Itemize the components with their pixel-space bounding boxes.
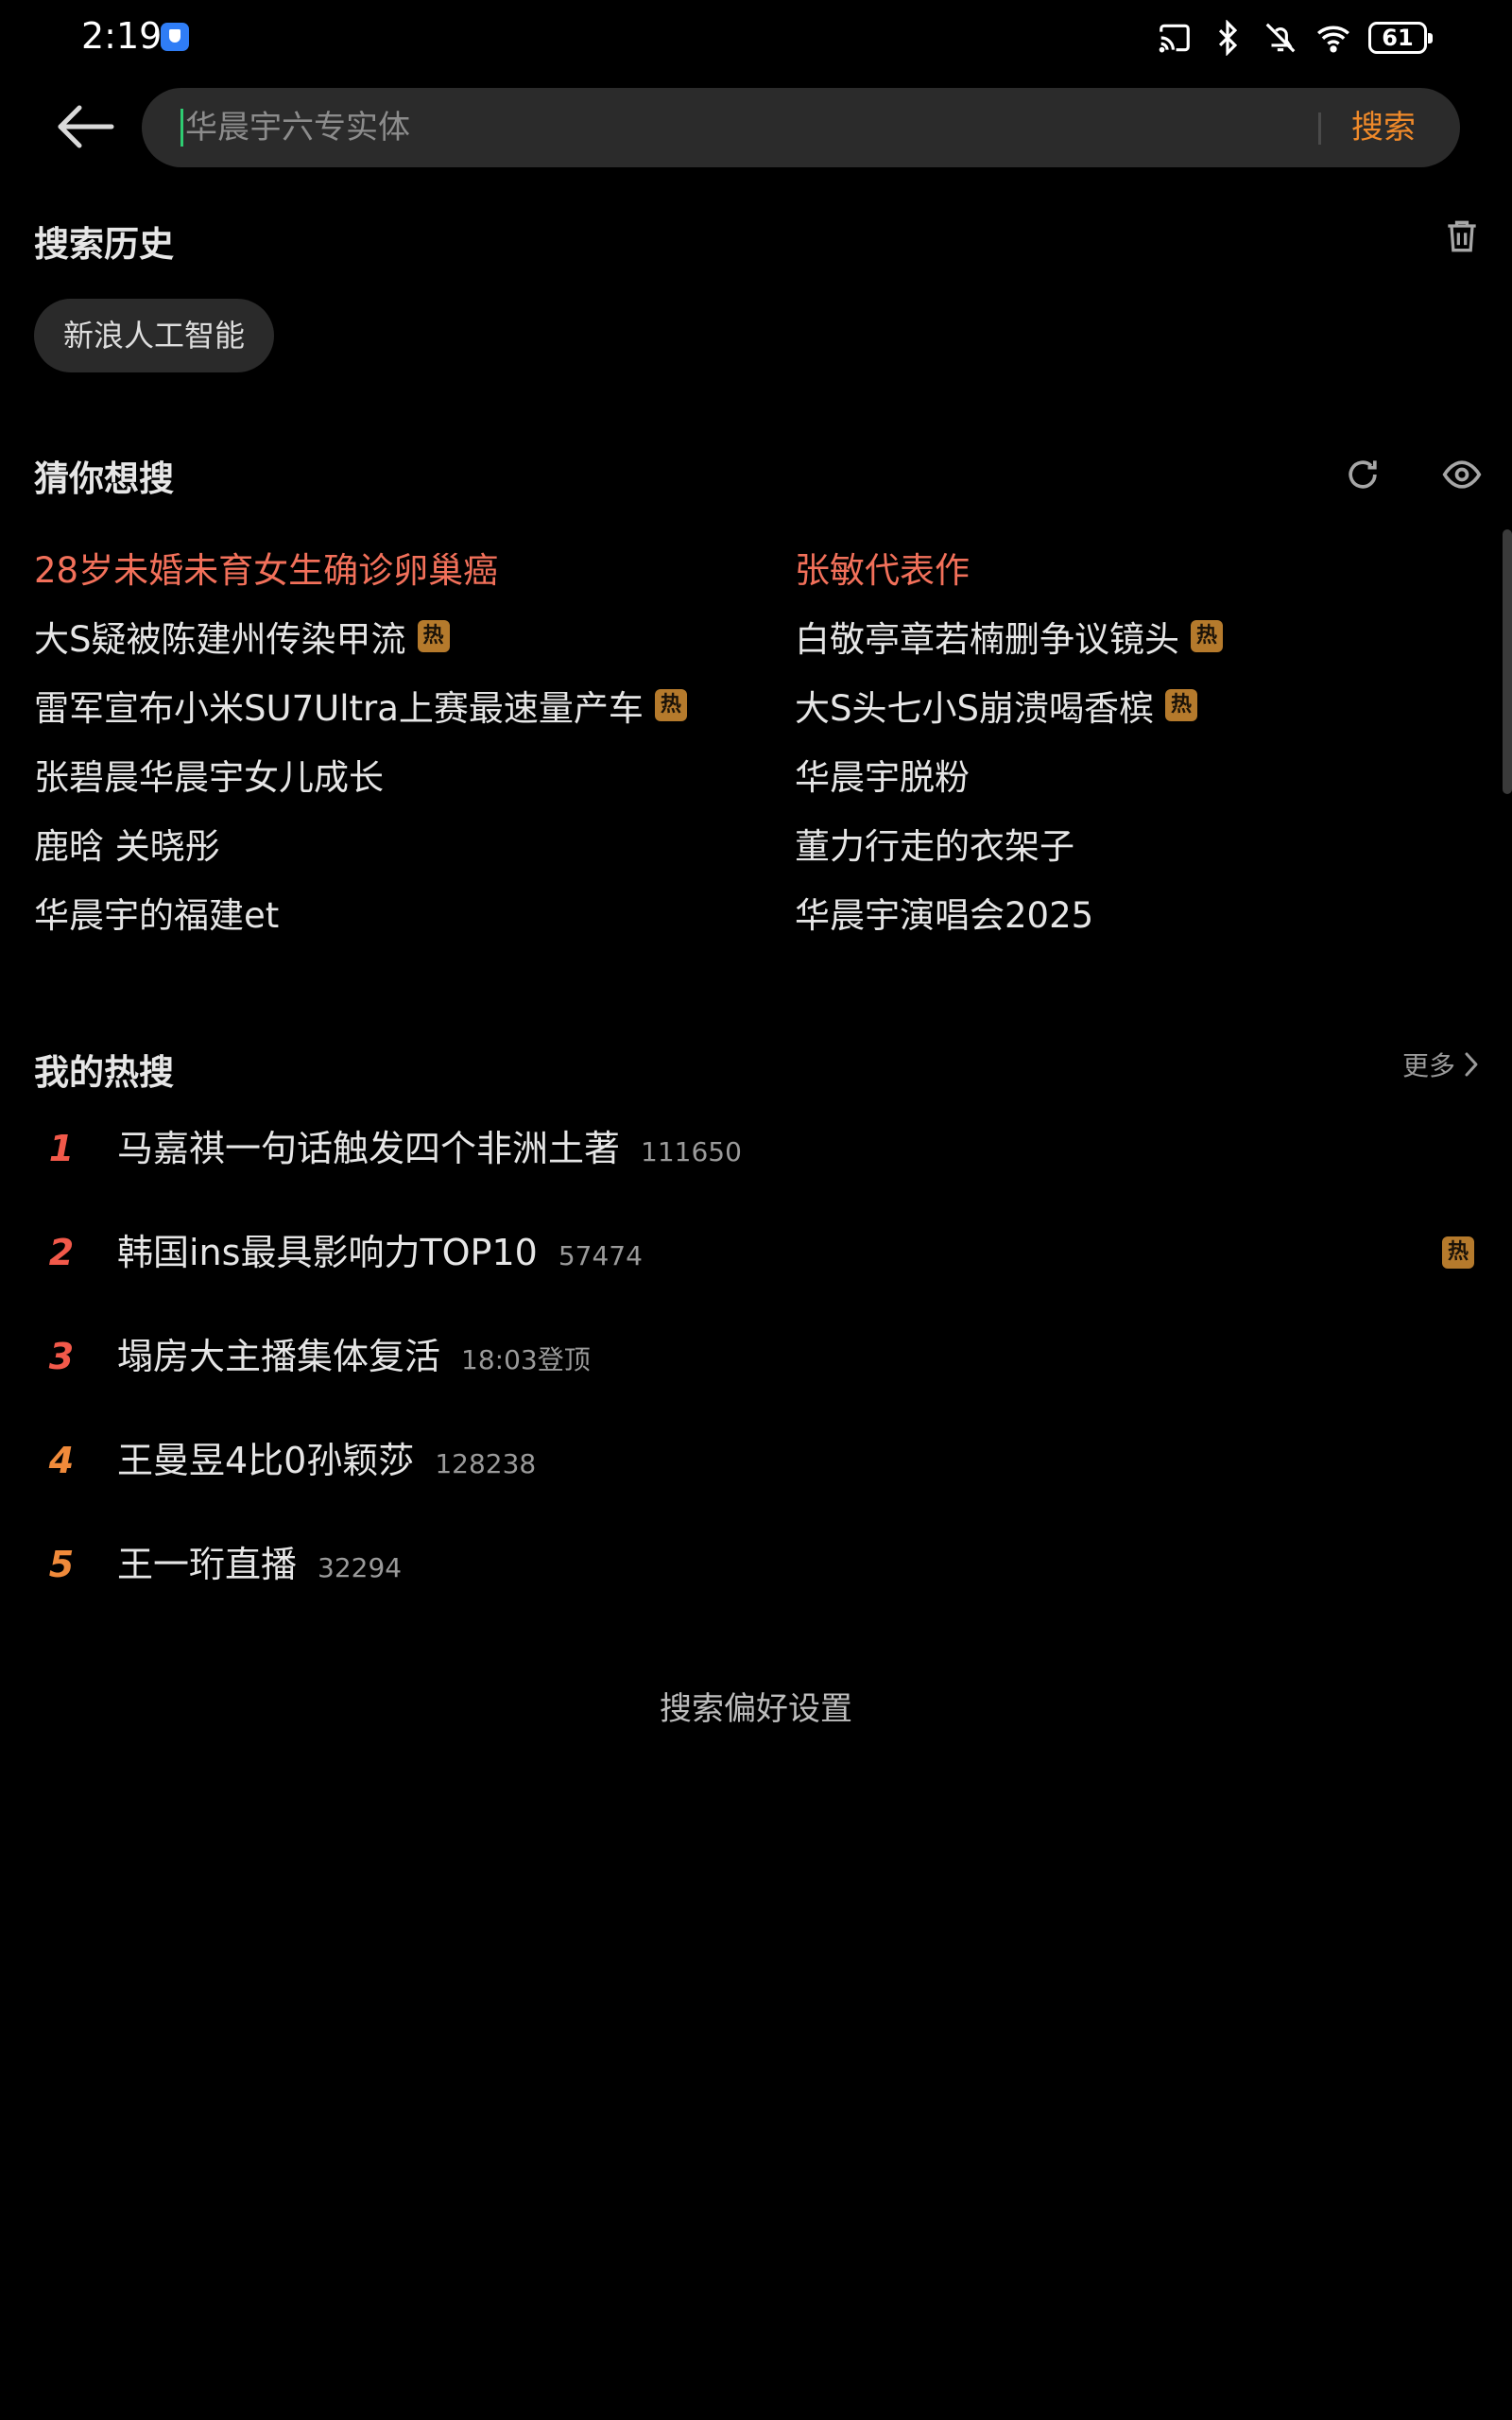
hot-badge: 热	[654, 689, 687, 721]
hot-badge: 热	[1442, 1236, 1474, 1269]
hot-title-text: 韩国ins最具影响力TOP10	[117, 1232, 538, 1273]
rank-number: 4	[48, 1440, 75, 1481]
guess-item[interactable]: 华晨宇演唱会2025	[795, 886, 1093, 939]
search-input[interactable]	[180, 88, 1427, 167]
guess-item-text: 28岁未婚未育女生确诊卵巢癌	[34, 550, 499, 591]
guess-item[interactable]: 华晨宇脱粉	[795, 748, 970, 801]
trash-icon[interactable]	[1441, 216, 1483, 257]
search-button[interactable]: 搜索	[1351, 88, 1416, 167]
hot-row[interactable]: 3 塌房大主播集体复活 18:03登顶	[0, 1319, 1512, 1394]
hot-row[interactable]: 4 王曼昱4比0孙颖莎 128238	[0, 1423, 1512, 1498]
hot-meta: 111650	[641, 1136, 742, 1167]
chevron-right-icon	[1465, 1052, 1478, 1077]
guess-item[interactable]: 雷军宣布小米SU7Ultra上赛最速量产车热	[34, 679, 687, 732]
hot-row[interactable]: 1 马嘉祺一句话触发四个非洲土著 111650	[0, 1111, 1512, 1186]
hot-meta: 18:03登顶	[461, 1344, 591, 1375]
scrollbar[interactable]	[1503, 529, 1512, 794]
history-chip[interactable]: 新浪人工智能	[34, 299, 275, 372]
hot-title-text: 王曼昱4比0孙颖莎	[117, 1440, 415, 1481]
guess-item-text: 大S疑被陈建州传染甲流	[34, 619, 406, 660]
back-arrow-icon[interactable]	[53, 98, 119, 155]
search-preference-link[interactable]: 搜索偏好设置	[0, 1683, 1512, 1729]
status-icons: 61	[1157, 17, 1433, 59]
hot-title: 王曼昱4比0孙颖莎 128238	[117, 1423, 536, 1502]
eye-icon[interactable]	[1441, 454, 1483, 495]
bluetooth-icon	[1218, 20, 1238, 56]
hot-badge: 热	[417, 620, 450, 652]
rank-number: 5	[48, 1544, 75, 1585]
rank-number: 2	[48, 1232, 75, 1273]
guess-item-text: 大S头七小S崩溃喝香槟	[795, 688, 1154, 729]
guess-item-text: 张碧晨华晨宇女儿成长	[34, 757, 384, 798]
guess-item[interactable]: 董力行走的衣架子	[795, 817, 1074, 870]
status-time: 2:19	[81, 15, 163, 57]
rank-number: 3	[48, 1336, 75, 1377]
hot-badge: 热	[1164, 689, 1197, 721]
guess-item[interactable]: 白敬亭章若楠删争议镜头热	[795, 610, 1223, 663]
guess-item[interactable]: 张碧晨华晨宇女儿成长	[34, 748, 384, 801]
hot-meta: 57474	[558, 1240, 643, 1271]
hot-row[interactable]: 2 韩国ins最具影响力TOP10 57474 热	[0, 1215, 1512, 1290]
guess-item-text: 华晨宇脱粉	[795, 757, 970, 798]
guess-item-text: 雷军宣布小米SU7Ultra上赛最速量产车	[34, 688, 644, 729]
search-box[interactable]: 搜索	[142, 88, 1460, 167]
hot-title: 韩国ins最具影响力TOP10 57474	[117, 1215, 643, 1294]
hot-title: 塌房大主播集体复活 18:03登顶	[117, 1319, 591, 1398]
guess-item-text: 鹿晗 关晓彤	[34, 826, 220, 867]
mute-bell-icon	[1265, 23, 1296, 53]
guess-item[interactable]: 大S头七小S崩溃喝香槟热	[795, 679, 1197, 732]
battery-indicator: 61	[1368, 22, 1433, 54]
history-title: 搜索历史	[34, 224, 174, 265]
guess-item-text: 张敏代表作	[795, 550, 970, 591]
hot-meta: 32294	[318, 1552, 403, 1583]
text-cursor	[180, 109, 183, 147]
guess-item[interactable]: 鹿晗 关晓彤	[34, 817, 220, 870]
hot-row[interactable]: 5 王一珩直播 32294	[0, 1527, 1512, 1602]
hot-title-text: 马嘉祺一句话触发四个非洲土著	[117, 1128, 621, 1169]
cast-icon	[1159, 24, 1190, 53]
more-label: 更多	[1401, 1050, 1455, 1081]
hot-title: 王一珩直播 32294	[117, 1527, 402, 1606]
guess-item-text: 董力行走的衣架子	[795, 826, 1074, 867]
guess-title: 猜你想搜	[34, 458, 174, 499]
hot-title-text: 塌房大主播集体复活	[117, 1336, 441, 1377]
hot-badge: 热	[1191, 620, 1223, 652]
my-hot-title: 我的热搜	[34, 1052, 174, 1093]
guess-item-text: 华晨宇的福建et	[34, 895, 280, 936]
guess-item[interactable]: 大S疑被陈建州传染甲流热	[34, 610, 450, 663]
wifi-icon	[1317, 26, 1349, 53]
guess-item[interactable]: 华晨宇的福建et	[34, 886, 279, 939]
guess-item[interactable]: 张敏代表作	[795, 541, 970, 594]
hot-meta: 128238	[435, 1448, 537, 1479]
rank-number: 1	[48, 1128, 75, 1169]
more-link[interactable]: 更多	[1402, 1046, 1480, 1083]
status-bar: 2:19 61	[0, 0, 1512, 76]
hot-title-text: 王一珩直播	[117, 1544, 298, 1585]
guess-item-text: 白敬亭章若楠删争议镜头	[795, 619, 1179, 660]
security-shield-icon	[161, 23, 189, 51]
refresh-icon[interactable]	[1342, 454, 1383, 495]
guess-item[interactable]: 28岁未婚未育女生确诊卵巢癌	[34, 541, 498, 594]
search-divider	[1318, 112, 1321, 145]
hot-title: 马嘉祺一句话触发四个非洲土著 111650	[117, 1111, 742, 1190]
guess-item-text: 华晨宇演唱会2025	[795, 895, 1094, 936]
